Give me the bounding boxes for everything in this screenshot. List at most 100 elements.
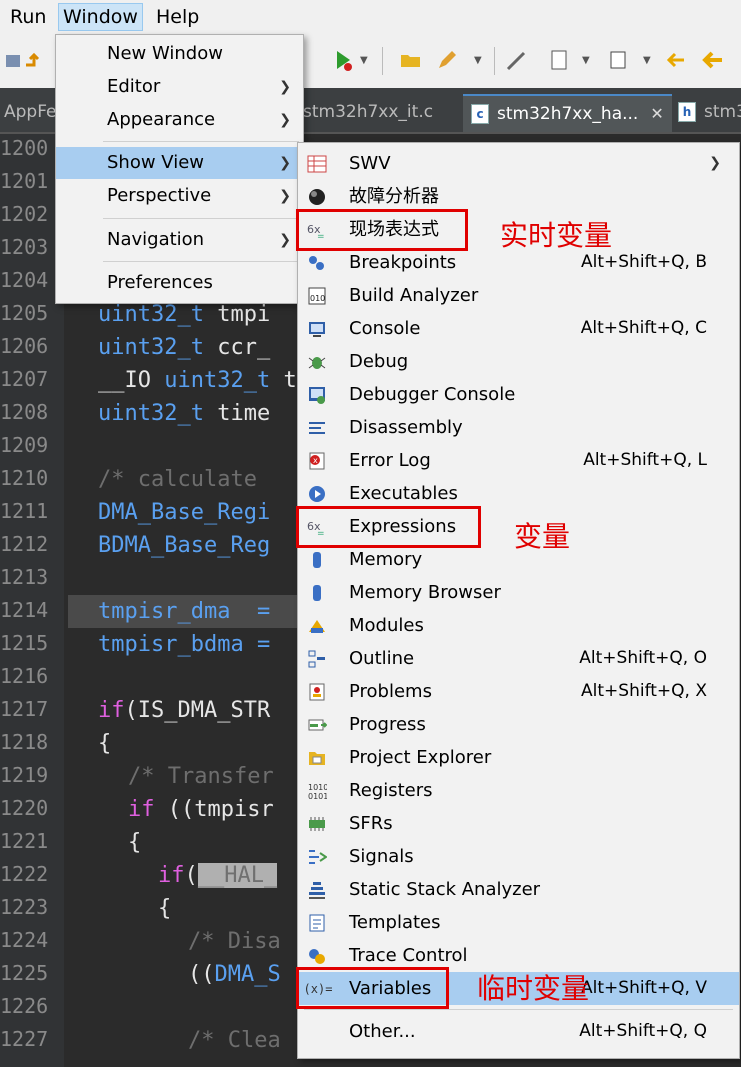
menu-item-debugger-console[interactable]: Debugger Console bbox=[298, 378, 739, 411]
line-number: 1215 bbox=[0, 631, 49, 655]
build-analyzer-icon: 010 bbox=[306, 285, 328, 307]
disassembly-icon bbox=[306, 417, 328, 439]
annotation-temporary-variables: 临时变量 bbox=[477, 972, 590, 1005]
tab-appfe[interactable]: AppFe bbox=[4, 94, 57, 130]
line-number: 1202 bbox=[0, 202, 49, 226]
menu-item-progress[interactable]: Progress bbox=[298, 708, 739, 741]
menu-item-problems[interactable]: Problems Alt+Shift+Q, X bbox=[298, 675, 739, 708]
fault-analyzer-icon bbox=[306, 186, 328, 208]
project-explorer-icon bbox=[306, 747, 328, 769]
error-log-icon: x bbox=[306, 450, 328, 472]
menu-item-debug[interactable]: Debug bbox=[298, 345, 739, 378]
menu-item-templates[interactable]: Templates bbox=[298, 906, 739, 939]
chevron-down-icon[interactable]: ▼ bbox=[360, 55, 368, 66]
menu-item-disassembly[interactable]: Disassembly bbox=[298, 411, 739, 444]
chevron-right-icon: ❯ bbox=[709, 155, 721, 171]
back-icon[interactable] bbox=[700, 47, 726, 73]
menu-item-error-log[interactable]: x Error Log Alt+Shift+Q, L bbox=[298, 444, 739, 477]
open-folder-icon[interactable] bbox=[398, 47, 424, 73]
chevron-right-icon: ❯ bbox=[279, 155, 291, 171]
modules-icon bbox=[306, 615, 328, 637]
menu-item-project-explorer[interactable]: Project Explorer bbox=[298, 741, 739, 774]
menu-help[interactable]: Help bbox=[152, 4, 203, 30]
menu-item-editor[interactable]: Editor ❯ bbox=[56, 71, 303, 103]
menu-item-signals[interactable]: Signals bbox=[298, 840, 739, 873]
show-view-submenu: SWV ❯ 故障分析器 6x = 现场表达式 Breakpoints Alt+Sh… bbox=[297, 142, 740, 1059]
window-menu: New Window Editor ❯ Appearance ❯ Show View… bbox=[55, 34, 304, 304]
debugger-console-icon bbox=[306, 384, 328, 406]
menu-item-static-stack-analyzer[interactable]: Static Stack Analyzer bbox=[298, 873, 739, 906]
executables-icon bbox=[306, 483, 328, 505]
problems-icon bbox=[306, 681, 328, 703]
line-number: 1214 bbox=[0, 598, 49, 622]
menu-item-registers[interactable]: 1010 0101 Registers bbox=[298, 774, 739, 807]
line-number: 1219 bbox=[0, 763, 49, 787]
menu-item-new-window[interactable]: New Window bbox=[56, 38, 303, 70]
menu-separator bbox=[103, 261, 299, 262]
line-number: 1222 bbox=[0, 862, 49, 886]
chevron-right-icon: ❯ bbox=[279, 79, 291, 95]
tab-stm3-header[interactable]: h stm3 bbox=[678, 94, 741, 130]
tab-label: stm32h7xx_ha... bbox=[497, 104, 639, 124]
chevron-down-icon[interactable]: ▼ bbox=[474, 55, 482, 66]
tab-label: stm32h7xx_it.c bbox=[303, 102, 434, 122]
tab-stm32h7xx-it[interactable]: stm32h7xx_it.c bbox=[303, 94, 433, 130]
chevron-right-icon: ❯ bbox=[279, 188, 291, 204]
menu-window[interactable]: Window bbox=[58, 3, 143, 31]
menu-item-other[interactable]: Other... Alt+Shift+Q, Q bbox=[298, 1015, 739, 1048]
line-number: 1204 bbox=[0, 268, 49, 292]
annotation-box-live-expressions bbox=[296, 209, 468, 251]
menu-item-modules[interactable]: Modules bbox=[298, 609, 739, 642]
menu-item-sfrs[interactable]: SFRs bbox=[298, 807, 739, 840]
annotation-live-variables: 实时变量 bbox=[500, 219, 613, 252]
menu-item-navigation[interactable]: Navigation ❯ bbox=[56, 224, 303, 256]
tab-label: AppFe bbox=[4, 102, 57, 122]
static-stack-analyzer-icon bbox=[306, 879, 328, 901]
toolbar-separator bbox=[494, 47, 495, 75]
tab-stm32h7xx-hal[interactable]: c stm32h7xx_ha... ✕ bbox=[463, 94, 672, 132]
menu-item-swv[interactable]: SWV ❯ bbox=[298, 147, 739, 180]
pencil-icon[interactable] bbox=[434, 47, 460, 73]
document-icon[interactable] bbox=[546, 47, 572, 73]
menu-item-memory-browser[interactable]: Memory Browser bbox=[298, 576, 739, 609]
close-icon[interactable]: ✕ bbox=[650, 104, 663, 123]
annotation-box-variables bbox=[296, 967, 449, 1009]
breakpoints-icon bbox=[306, 252, 328, 274]
annotation-icon[interactable] bbox=[504, 47, 530, 73]
chevron-right-icon: ❯ bbox=[279, 112, 291, 128]
memory-icon bbox=[306, 549, 328, 571]
menu-item-preferences[interactable]: Preferences bbox=[56, 267, 303, 299]
menu-item-console[interactable]: Console Alt+Shift+Q, C bbox=[298, 312, 739, 345]
debug-icon bbox=[306, 351, 328, 373]
templates-icon bbox=[306, 912, 328, 934]
svg-text:0101: 0101 bbox=[308, 792, 327, 801]
menu-item-show-view[interactable]: Show View ❯ bbox=[56, 147, 303, 179]
line-number: 1201 bbox=[0, 169, 49, 193]
annotation-variables: 变量 bbox=[514, 520, 571, 553]
tab-label: stm3 bbox=[704, 102, 741, 122]
line-number: 1209 bbox=[0, 433, 49, 457]
line-number: 1217 bbox=[0, 697, 49, 721]
line-number: 1227 bbox=[0, 1027, 49, 1051]
menu-item-perspective[interactable]: Perspective ❯ bbox=[56, 180, 303, 212]
progress-icon bbox=[306, 714, 328, 736]
svg-text:1010: 1010 bbox=[308, 783, 327, 792]
signals-icon bbox=[306, 846, 328, 868]
line-number: 1208 bbox=[0, 400, 49, 424]
step-return-icon[interactable] bbox=[20, 47, 46, 73]
previous-edit-icon[interactable] bbox=[664, 47, 690, 73]
line-number: 1203 bbox=[0, 235, 49, 259]
menu-item-appearance[interactable]: Appearance ❯ bbox=[56, 104, 303, 136]
chevron-down-icon[interactable]: ▼ bbox=[582, 55, 590, 66]
trace-control-icon bbox=[306, 945, 328, 967]
run-icon[interactable] bbox=[330, 47, 356, 73]
navigate-icon[interactable] bbox=[606, 47, 632, 73]
menu-run[interactable]: Run bbox=[6, 4, 50, 30]
menu-bar: Run Window Help bbox=[0, 0, 741, 36]
menu-item-outline[interactable]: Outline Alt+Shift+Q, O bbox=[298, 642, 739, 675]
outline-icon bbox=[306, 648, 328, 670]
line-number: 1226 bbox=[0, 994, 49, 1018]
memory-browser-icon bbox=[306, 582, 328, 604]
menu-item-build-analyzer[interactable]: 010 Build Analyzer bbox=[298, 279, 739, 312]
chevron-down-icon[interactable]: ▼ bbox=[643, 55, 651, 66]
